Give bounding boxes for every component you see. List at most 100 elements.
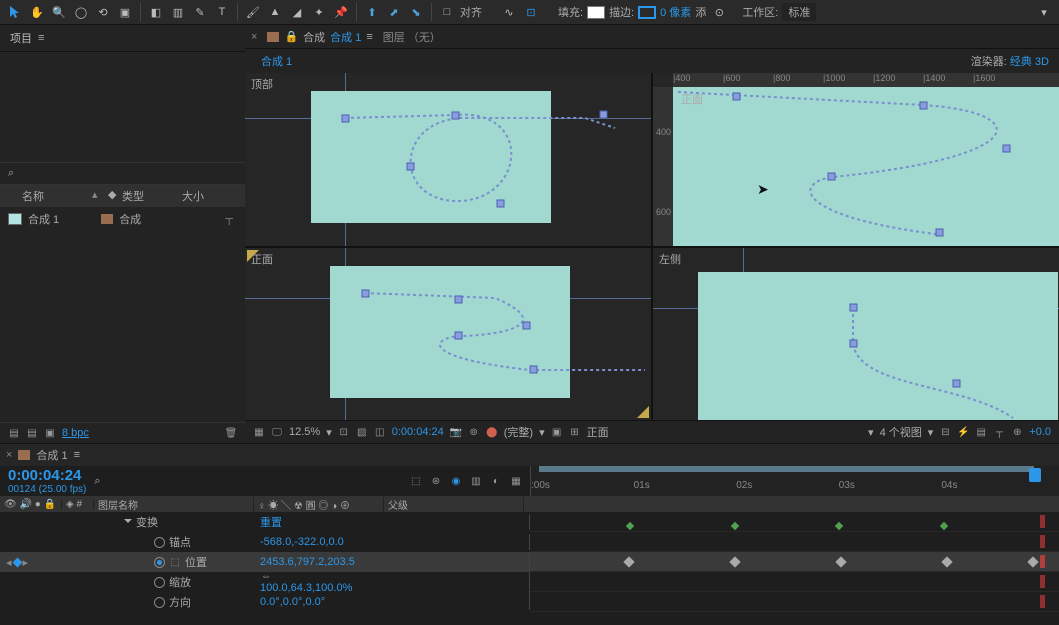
col-name[interactable]: 名称 bbox=[18, 188, 88, 204]
view-left[interactable]: 左侧 bbox=[653, 248, 1059, 421]
footer-timecode[interactable]: 0:00:04:24 bbox=[392, 426, 444, 438]
constrain-icon[interactable]: ⇔ bbox=[260, 570, 272, 582]
timeline-ruler[interactable]: :00s01s02s03s04s bbox=[530, 466, 1059, 496]
fill-swatch[interactable] bbox=[587, 6, 605, 19]
bpc-toggle[interactable]: 8 bpc bbox=[62, 427, 89, 439]
selection-tool-icon[interactable] bbox=[6, 3, 24, 21]
footer-view-label[interactable]: 正面 bbox=[587, 424, 609, 440]
breadcrumb[interactable]: 合成 1 bbox=[255, 51, 298, 71]
time-indicator[interactable] bbox=[1029, 468, 1041, 482]
shape-tool-icon[interactable]: ▥ bbox=[169, 3, 187, 21]
stroke-px[interactable]: 0 像素 bbox=[660, 4, 691, 20]
position-value[interactable]: 2453.6,797.2,203.5 bbox=[260, 556, 355, 568]
roto-tool-icon[interactable]: ✦ bbox=[310, 3, 328, 21]
flowchart2-icon[interactable]: ┬ bbox=[993, 426, 1005, 438]
tl-menu-icon[interactable]: ≡ bbox=[74, 449, 80, 461]
bezier-icon[interactable]: ⊙ bbox=[710, 3, 728, 21]
snapshot-icon[interactable]: 📷 bbox=[450, 426, 462, 438]
tl-search-icon[interactable]: ⌕ bbox=[94, 475, 100, 488]
stopwatch-on-icon[interactable] bbox=[154, 557, 165, 568]
row-position[interactable]: ◂▸ ⬚位置 2453.6,797.2,203.5 bbox=[0, 552, 1059, 572]
sort-icon[interactable]: ▴ bbox=[88, 188, 104, 204]
zoom-dropdown-icon[interactable]: ▾ bbox=[326, 426, 332, 439]
anchor-value[interactable]: -568.0,-322.0,0.0 bbox=[260, 536, 344, 548]
row-scale[interactable]: 缩放 ⇔ 100.0,64.3,100.0% bbox=[0, 572, 1059, 592]
panel-menu-icon[interactable]: ≡ bbox=[38, 32, 44, 44]
zoom-value[interactable]: 12.5% bbox=[289, 426, 320, 438]
axis-world-icon[interactable]: ⬈ bbox=[385, 3, 403, 21]
tab-menu-icon[interactable]: ≡ bbox=[366, 31, 372, 43]
project-tab[interactable]: 项目 ≡ bbox=[0, 25, 245, 52]
zoom-tool-icon[interactable]: 🔍 bbox=[50, 3, 68, 21]
col-label-icon[interactable]: ◆ bbox=[104, 188, 118, 204]
snaptool-icon[interactable]: ⊡ bbox=[522, 3, 540, 21]
lock-icon[interactable]: 🔒 bbox=[284, 30, 298, 43]
channels-icon[interactable]: ⬤ bbox=[486, 426, 498, 438]
reset-exp-icon[interactable]: ⊕ bbox=[1011, 426, 1023, 438]
axis-view-icon[interactable]: ⬊ bbox=[407, 3, 425, 21]
resolution-icon[interactable]: ⊡ bbox=[338, 426, 350, 438]
motionblur-icon[interactable]: ◐ bbox=[490, 475, 502, 487]
orbit-tool-icon[interactable]: ◯ bbox=[72, 3, 90, 21]
tl-tab-name[interactable]: 合成 1 bbox=[36, 447, 67, 463]
stopwatch-scale-icon[interactable] bbox=[154, 577, 165, 588]
type-tool-icon[interactable]: T bbox=[213, 3, 231, 21]
graph-icon[interactable]: ▦ bbox=[510, 475, 522, 487]
folder-icon[interactable]: ▤ bbox=[26, 427, 38, 439]
project-search-input[interactable] bbox=[18, 168, 160, 180]
flowchart-icon[interactable]: ┬ bbox=[225, 213, 233, 225]
showsnapshot-icon[interactable]: ⊚ bbox=[468, 426, 480, 438]
panbehind-tool-icon[interactable]: ◧ bbox=[147, 3, 165, 21]
pixelaspect-icon[interactable]: ⊟ bbox=[939, 426, 951, 438]
close-tab-icon[interactable]: × bbox=[251, 31, 257, 43]
comp-button-icon[interactable]: ⊛ bbox=[430, 475, 442, 487]
newcomp-icon[interactable]: ▣ bbox=[44, 427, 56, 439]
col-type[interactable]: 类型 bbox=[118, 188, 178, 204]
timecode-display[interactable]: 0:00:04:24 bbox=[8, 467, 86, 484]
axis-local-icon[interactable]: ⬆ bbox=[363, 3, 381, 21]
roi-icon[interactable]: ▣ bbox=[551, 426, 563, 438]
snap-icon[interactable]: □ bbox=[438, 3, 456, 21]
stopwatch-icon[interactable] bbox=[154, 537, 165, 548]
timeline-icon[interactable]: ▤ bbox=[975, 426, 987, 438]
view-front[interactable]: 正面 bbox=[245, 248, 651, 421]
renderer-value[interactable]: 经典 3D bbox=[1010, 56, 1049, 68]
interpret-icon[interactable]: ▤ bbox=[8, 427, 20, 439]
label-swatch[interactable] bbox=[101, 214, 113, 224]
brush-tool-icon[interactable]: 🖌 bbox=[244, 3, 262, 21]
tl-close-icon[interactable]: × bbox=[6, 449, 12, 461]
stopwatch-orient-icon[interactable] bbox=[154, 597, 165, 608]
delete-icon[interactable]: 🗑 bbox=[225, 427, 237, 439]
col-size[interactable]: 大小 bbox=[178, 188, 208, 204]
comp-tab-active[interactable]: 🔒 合成 合成 1 ≡ bbox=[267, 29, 372, 45]
layer-tab[interactable]: 图层 （无） bbox=[383, 29, 441, 45]
twirl-down-icon[interactable] bbox=[124, 519, 132, 527]
transparency-icon[interactable]: ▧ bbox=[356, 426, 368, 438]
curve-icon[interactable]: ∿ bbox=[500, 3, 518, 21]
add-key-icon[interactable] bbox=[12, 557, 22, 567]
mask-icon[interactable]: ◫ bbox=[374, 426, 386, 438]
view-top[interactable]: 顶部 bbox=[245, 73, 651, 246]
project-item-comp1[interactable]: 合成 1 合成 ┬ bbox=[0, 208, 245, 230]
view-front-large[interactable]: |400|600|800|1000|1200|1400|1600 4006008… bbox=[653, 73, 1059, 246]
next-key-icon[interactable]: ▸ bbox=[23, 556, 29, 569]
camera-tool-icon[interactable]: ▣ bbox=[116, 3, 134, 21]
hand-tool-icon[interactable]: ✋ bbox=[28, 3, 46, 21]
draft3d-icon[interactable]: ◉ bbox=[450, 475, 462, 487]
stroke-swatch[interactable] bbox=[638, 6, 656, 19]
stamp-tool-icon[interactable]: ▲ bbox=[266, 3, 284, 21]
reset-link[interactable]: 重置 bbox=[260, 517, 282, 529]
frameblend-icon[interactable]: ▥ bbox=[470, 475, 482, 487]
pen-tool-icon[interactable]: ✎ bbox=[191, 3, 209, 21]
views-count[interactable]: 4 个视图 bbox=[880, 424, 922, 440]
grid-icon[interactable]: ▦ bbox=[253, 426, 265, 438]
monitor-icon[interactable]: 🖵 bbox=[271, 426, 283, 438]
scale-value[interactable]: 100.0,64.3,100.0% bbox=[260, 582, 352, 594]
puppet-tool-icon[interactable]: 📌 bbox=[332, 3, 350, 21]
quality-label[interactable]: (完整) bbox=[504, 424, 533, 440]
workspace-menu-icon[interactable]: ▾ bbox=[1035, 3, 1053, 21]
separate-dims-icon[interactable]: ⬚ bbox=[169, 556, 181, 568]
views-dropdown-icon[interactable]: ▾ bbox=[868, 426, 874, 439]
orient-value[interactable]: 0.0°,0.0°,0.0° bbox=[260, 596, 325, 608]
quality-dropdown-icon[interactable]: ▾ bbox=[539, 426, 545, 439]
